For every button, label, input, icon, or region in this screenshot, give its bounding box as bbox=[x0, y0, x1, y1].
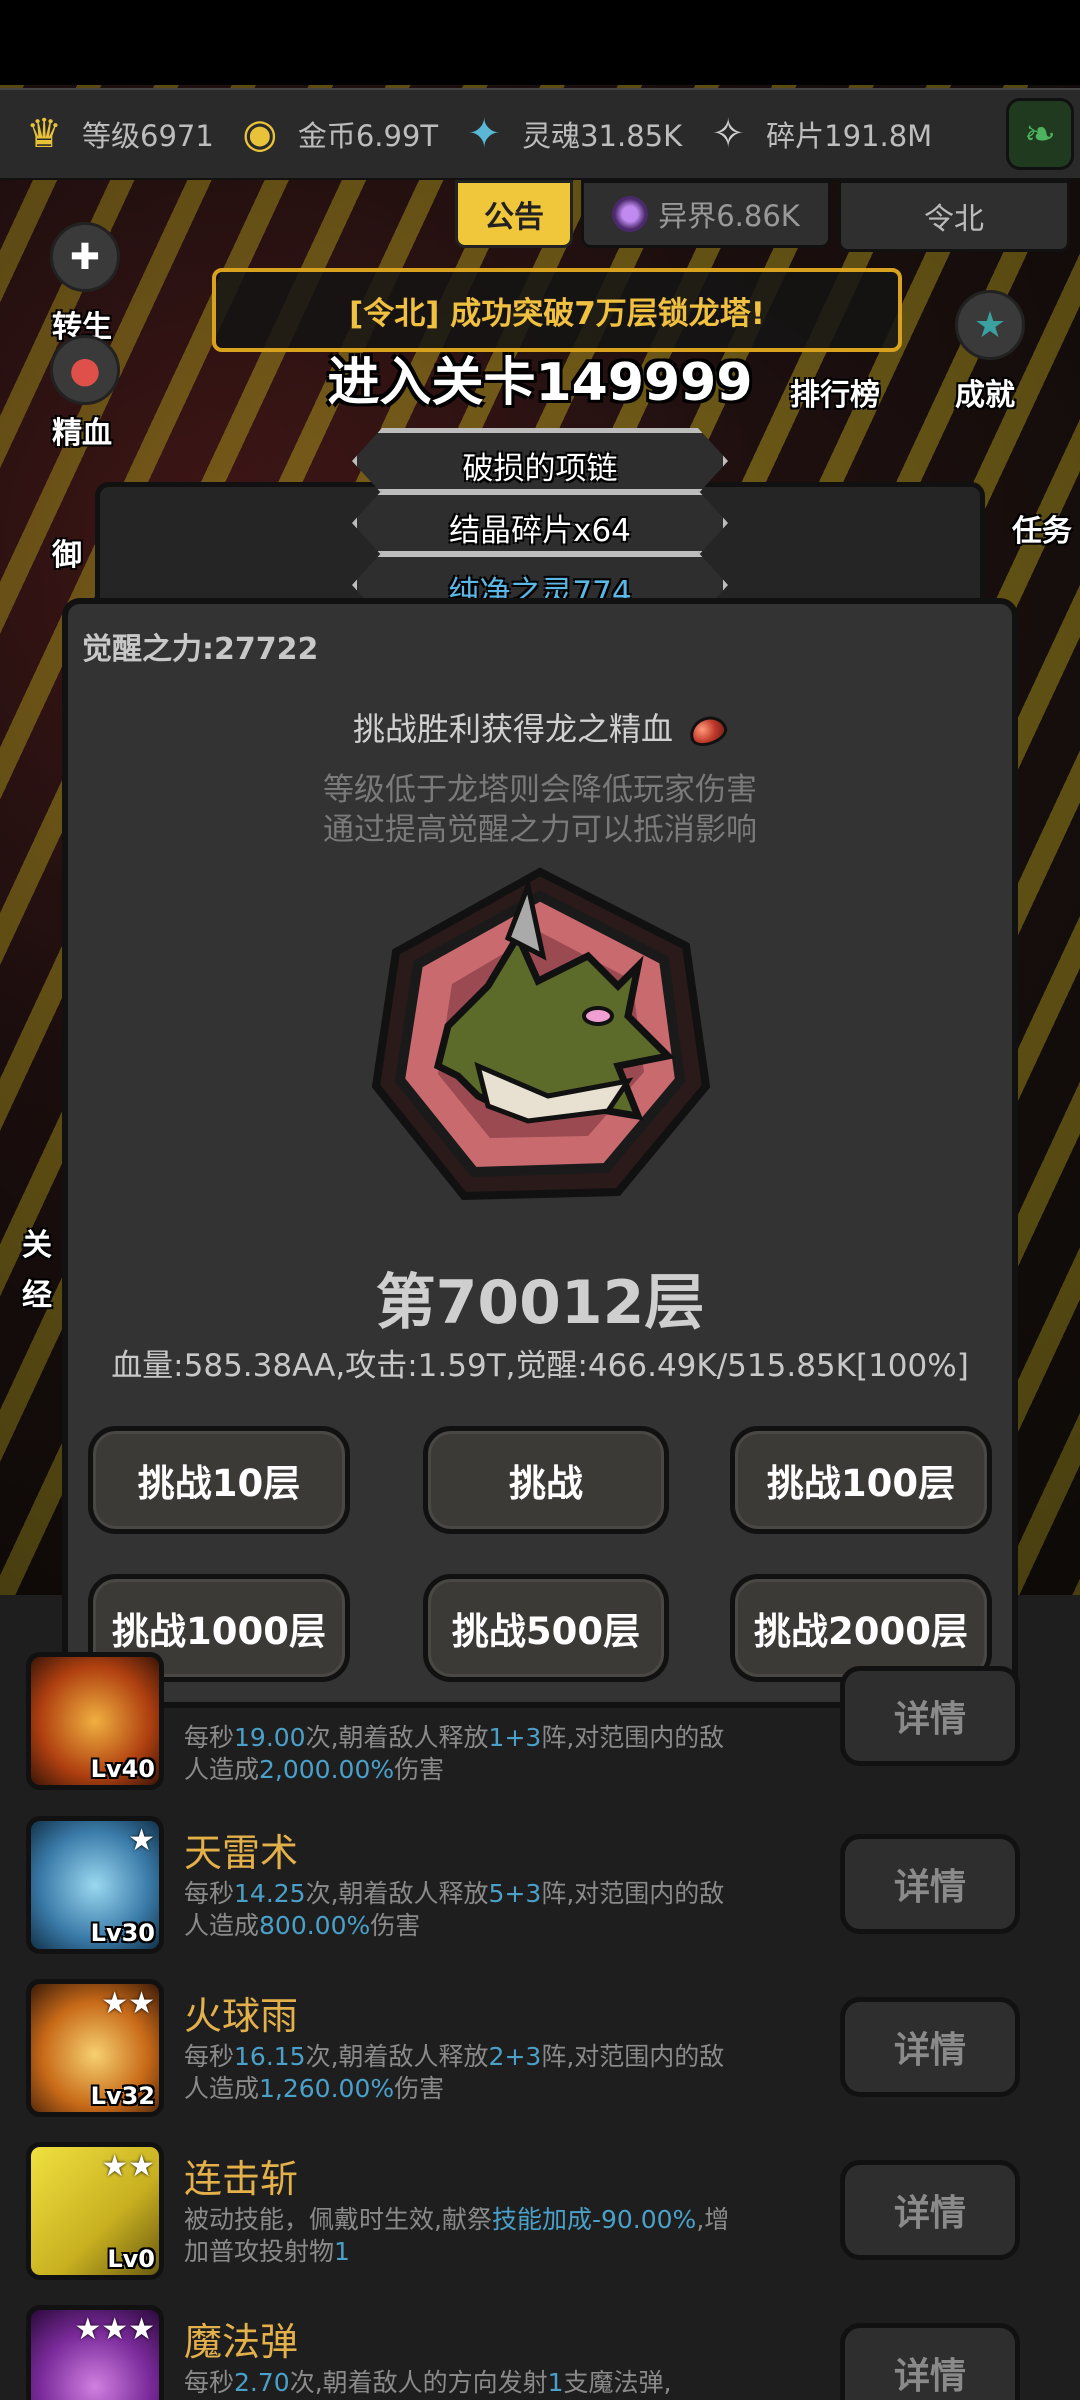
resource-coin: ◉ 金币6.99T bbox=[230, 99, 448, 169]
side-level-label: 关 bbox=[22, 1228, 52, 1263]
star-icon: ★★ bbox=[101, 2149, 155, 2184]
desc-text: 每秒 bbox=[184, 1723, 235, 1752]
soul-icon: ✦ bbox=[467, 111, 501, 157]
desc-text: 每秒 bbox=[184, 2368, 235, 2397]
desc-value: 1+3 bbox=[488, 1723, 542, 1752]
crown-icon: ♛ bbox=[26, 111, 62, 157]
skill-item: ★★★ 魔法弹 每秒2.70次,朝着敌人的方向发射1支魔法弹, 详情 bbox=[26, 2305, 1066, 2400]
leaf-menu-icon[interactable]: ❧ bbox=[1006, 98, 1074, 170]
skill-level: Lv32 bbox=[90, 2082, 155, 2110]
skill-description: 每秒19.00次,朝着敌人释放1+3阵,对范围内的敌人造成2,000.00%伤害 bbox=[184, 1722, 744, 1786]
star-icon: ★★★ bbox=[74, 2312, 155, 2347]
shard-icon: ✧ bbox=[711, 111, 745, 157]
star-icon: ★ bbox=[128, 1823, 155, 1858]
skill-thumb-fire-icon: Lv40 bbox=[26, 1652, 164, 1790]
rebirth-icon[interactable]: ✚ bbox=[50, 222, 120, 292]
skill-description: 每秒2.70次,朝着敌人的方向发射1支魔法弹, bbox=[184, 2367, 744, 2399]
desc-value: 2.70 bbox=[234, 2368, 290, 2397]
skill-level: Lv0 bbox=[107, 2245, 155, 2273]
desc-text: 次,朝着敌人释放 bbox=[305, 1879, 489, 1908]
skill-item: ★ Lv30 天雷术 每秒14.25次,朝着敌人释放5+3阵,对范围内的敌人造成… bbox=[26, 1816, 1066, 1962]
side-exp-label: 经 bbox=[22, 1278, 52, 1313]
awakening-power: 觉醒之力:27722 bbox=[82, 632, 319, 667]
tab-player-name[interactable]: 令北 bbox=[838, 180, 1070, 252]
reward-text: 挑战胜利获得龙之精血 bbox=[352, 710, 673, 748]
skill-detail-button[interactable]: 详情 bbox=[840, 1997, 1020, 2097]
skill-description: 每秒16.15次,朝着敌人释放2+3阵,对范围内的敌人造成1,260.00%伤害 bbox=[184, 2041, 744, 2105]
skill-thumb-lightning-icon: ★ Lv30 bbox=[26, 1816, 164, 1954]
desc-value: 19.00 bbox=[234, 1723, 306, 1752]
skill-detail-button[interactable]: 详情 bbox=[840, 1834, 1020, 1934]
desc-text: 被动技能，佩戴时生效,献祭 bbox=[184, 2205, 492, 2234]
desc-text: 伤害 bbox=[394, 2074, 445, 2103]
desc-value: 14.25 bbox=[234, 1879, 306, 1908]
loot-item-2: 结晶碎片x64 bbox=[449, 513, 631, 549]
portal-icon bbox=[612, 196, 649, 232]
skill-detail-button[interactable]: 详情 bbox=[840, 2160, 1020, 2260]
dragon-tower-modal: 觉醒之力:27722 挑战胜利获得龙之精血 等级低于龙塔则会降低玩家伤害 通过提… bbox=[62, 598, 1018, 1708]
resource-soul: ✦ 灵魂31.85K bbox=[454, 99, 692, 169]
skill-name: 魔法弹 bbox=[184, 2320, 299, 2364]
skill-detail-button[interactable]: 详情 bbox=[840, 2323, 1020, 2400]
skill-name: 连击斩 bbox=[184, 2157, 299, 2201]
hint-line-1: 等级低于龙塔则会降低玩家伤害 bbox=[323, 772, 757, 808]
challenge-10-button[interactable]: 挑战10层 bbox=[88, 1426, 350, 1534]
dragon-head-emblem bbox=[371, 867, 711, 1201]
tab-otherworld[interactable]: 异界6.86K bbox=[581, 180, 831, 248]
desc-text: 伤害 bbox=[394, 1755, 445, 1784]
resource-shard: ✧ 碎片191.8M bbox=[698, 99, 942, 169]
desc-text: 支魔法弹, bbox=[563, 2368, 672, 2397]
top-tabs: 公告 异界6.86K bbox=[455, 180, 831, 252]
desc-text: 次,朝着敌人的方向发射 bbox=[289, 2368, 548, 2397]
resource-coin-value: 金币6.99T bbox=[297, 119, 439, 153]
hint-line-2: 通过提高觉醒之力可以抵消影响 bbox=[323, 812, 757, 848]
skill-detail-button[interactable]: 详情 bbox=[840, 1666, 1020, 1766]
skill-description: 每秒14.25次,朝着敌人释放5+3阵,对范围内的敌人造成800.00%伤害 bbox=[184, 1878, 744, 1942]
desc-value: 5+3 bbox=[488, 1879, 542, 1908]
tower-floor: 第70012层 bbox=[375, 1268, 705, 1338]
skill-level: Lv40 bbox=[90, 1755, 155, 1783]
desc-text: 次,朝着敌人释放 bbox=[305, 2042, 489, 2071]
resource-soul-value: 灵魂31.85K bbox=[522, 119, 683, 153]
desc-value: 2,000.00% bbox=[259, 1755, 395, 1784]
resource-shard-value: 碎片191.8M bbox=[766, 119, 933, 153]
desc-text: 伤害 bbox=[370, 1911, 421, 1940]
desc-value: 技能加成-90.00% bbox=[491, 2205, 697, 2234]
desc-value: 1 bbox=[334, 2237, 350, 2266]
desc-text: 次,朝着敌人释放 bbox=[305, 1723, 489, 1752]
skill-item: ★★ Lv32 火球雨 每秒16.15次,朝着敌人释放2+3阵,对范围内的敌人造… bbox=[26, 1979, 1066, 2125]
resource-bar: ♛ 等级6971 ◉ 金币6.99T ✦ 灵魂31.85K ✧ 碎片191.8M… bbox=[0, 88, 1080, 180]
desc-value: 800.00% bbox=[259, 1911, 371, 1940]
skill-thumb-fireball-icon: ★★ Lv32 bbox=[26, 1979, 164, 2117]
desc-value: 16.15 bbox=[234, 2042, 306, 2071]
loot-item-1: 破损的项链 bbox=[462, 451, 618, 487]
skill-item: Lv40 每秒19.00次,朝着敌人释放1+3阵,对范围内的敌人造成2,000.… bbox=[26, 1652, 1066, 1798]
skill-thumb-slash-icon: ★★ Lv0 bbox=[26, 2142, 164, 2280]
desc-value: 2+3 bbox=[488, 2042, 542, 2071]
star-icon: ★★ bbox=[101, 1986, 155, 2021]
dragon-blood-icon bbox=[685, 711, 731, 751]
challenge-100-button[interactable]: 挑战100层 bbox=[730, 1426, 992, 1534]
tab-otherworld-label: 异界6.86K bbox=[658, 199, 800, 233]
boss-stats: 血量:585.38AA,攻击:1.59T,觉醒:466.49K/515.85K[… bbox=[111, 1348, 969, 1384]
resource-level-value: 等级6971 bbox=[82, 119, 214, 153]
desc-text: 每秒 bbox=[184, 2042, 235, 2071]
desc-value: 1 bbox=[547, 2368, 564, 2397]
skill-description: 被动技能，佩戴时生效,献祭技能加成-90.00%,增加普攻投射物1 bbox=[184, 2204, 744, 2268]
desc-value: 1,260.00% bbox=[259, 2074, 395, 2103]
coin-icon: ◉ bbox=[242, 111, 278, 157]
skill-name: 火球雨 bbox=[184, 1994, 299, 2038]
skill-level: Lv30 bbox=[90, 1919, 155, 1947]
skill-item: ★★ Lv0 连击斩 被动技能，佩戴时生效,献祭技能加成-90.00%,增加普攻… bbox=[26, 2142, 1066, 2288]
skill-thumb-magic-bolt-icon: ★★★ bbox=[26, 2305, 164, 2400]
reward-line: 挑战胜利获得龙之精血 bbox=[68, 704, 1012, 751]
skill-name: 天雷术 bbox=[184, 1831, 299, 1875]
resource-level: ♛ 等级6971 bbox=[14, 99, 224, 169]
desc-text: 每秒 bbox=[184, 1879, 235, 1908]
challenge-button[interactable]: 挑战 bbox=[423, 1426, 669, 1534]
stage-title: 进入关卡149999 bbox=[327, 353, 753, 413]
tab-notice[interactable]: 公告 bbox=[455, 180, 573, 248]
